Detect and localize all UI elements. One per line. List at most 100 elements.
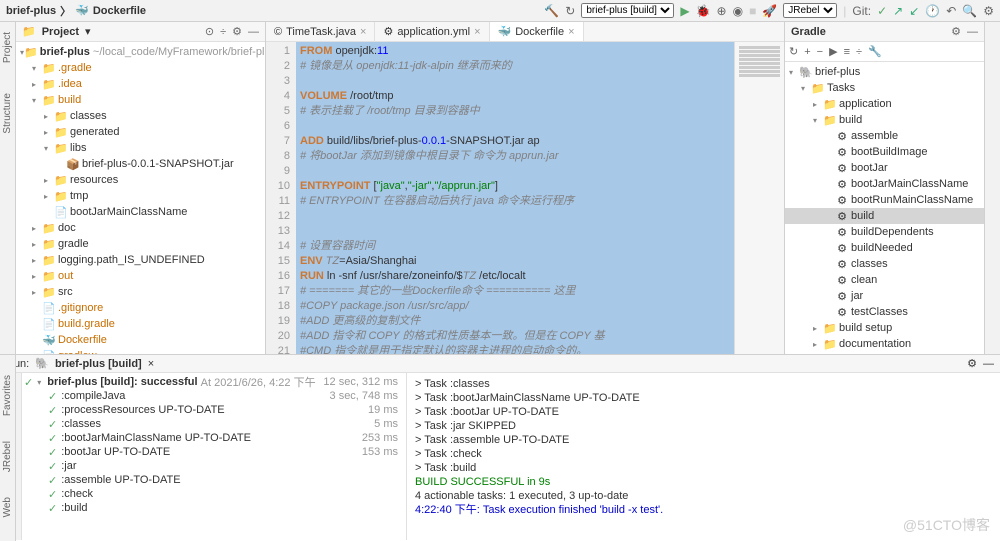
editor-tab[interactable]: ©TimeTask.java× [266, 22, 375, 41]
tree-item[interactable]: 📄build.gradle [16, 316, 265, 332]
refresh-icon[interactable]: ↻ [789, 45, 798, 58]
code-lines[interactable]: FROM openjdk:11# 镜像是从 openjdk:11-jdk-alp… [296, 42, 734, 354]
tree-item[interactable]: ▸📁logging.path_IS_UNDEFINED [16, 252, 265, 268]
wrench-icon[interactable]: 🔧 [868, 45, 882, 58]
coverage-icon[interactable]: ⊕ [717, 4, 727, 18]
gradle-item[interactable]: ▸📁documentation [785, 336, 984, 352]
run-icon[interactable]: ▶ [829, 45, 837, 58]
sync-icon[interactable]: ↻ [565, 4, 575, 18]
sidebar-favorites[interactable]: Favorites [2, 375, 13, 416]
sidebar-web[interactable]: Web [2, 497, 13, 517]
run-task-row[interactable]: ✓:bootJar UP-TO-DATE153 ms [24, 445, 404, 459]
run-task-row[interactable]: ✓:bootJarMainClassName UP-TO-DATE253 ms [24, 431, 404, 445]
tree-item[interactable]: ▸📁classes [16, 108, 265, 124]
minus-icon[interactable]: − [817, 46, 823, 58]
project-tree[interactable]: ▾📁 brief-plus ~/local_code/MyFramework/b… [16, 42, 265, 354]
tree-item[interactable]: ▾📁.gradle [16, 60, 265, 76]
run-icon[interactable]: ▶ [680, 4, 689, 18]
settings-icon[interactable]: ⚙ [983, 4, 994, 18]
gradle-item[interactable]: ⚙clean [785, 272, 984, 288]
git-label: Git: [852, 4, 871, 18]
gradle-item[interactable]: ▾🐘brief-plus [785, 64, 984, 80]
tree-item[interactable]: ▸📁resources [16, 172, 265, 188]
breadcrumb-file[interactable]: Dockerfile [93, 5, 146, 17]
gradle-item[interactable]: ▾📁Tasks [785, 80, 984, 96]
gradle-item[interactable]: ⚙assemble [785, 128, 984, 144]
sidebar-project[interactable]: Project [2, 32, 13, 63]
gradle-item[interactable]: ⚙bootRunMainClassName [785, 192, 984, 208]
gradle-item[interactable]: ⚙build [785, 208, 984, 224]
tree-root[interactable]: ▾📁 brief-plus ~/local_code/MyFramework/b… [16, 44, 265, 60]
run-task-row[interactable]: ✓:check [24, 487, 404, 501]
tree-item[interactable]: 📄bootJarMainClassName [16, 204, 265, 220]
tree-item[interactable]: ▸📁gradle [16, 236, 265, 252]
gear-icon[interactable]: ⚙ [951, 25, 961, 38]
run-task-row[interactable]: ✓:processResources UP-TO-DATE19 ms [24, 403, 404, 417]
top-toolbar: brief-plus 〉 🐳 Dockerfile 🔨 ↻ brief-plus… [0, 0, 1000, 22]
gradle-item[interactable]: ▸📁build setup [785, 320, 984, 336]
jrebel-icon[interactable]: 🚀 [762, 4, 777, 18]
editor-tab[interactable]: 🐳Dockerfile× [490, 22, 584, 41]
tree-item[interactable]: 📄gradlew [16, 348, 265, 354]
gradle-item[interactable]: ⚙bootJar [785, 160, 984, 176]
run-task-row[interactable]: ✓:classes5 ms [24, 417, 404, 431]
jrebel-select[interactable]: JRebel [783, 3, 837, 18]
gradle-item[interactable]: ▸📁help [785, 352, 984, 354]
bug-icon[interactable]: 🐞 [696, 4, 711, 18]
breadcrumb-project[interactable]: brief-plus [6, 5, 56, 17]
run-config-select[interactable]: brief-plus [build] [581, 3, 674, 18]
collapse-icon[interactable]: ÷ [856, 46, 862, 58]
git-update-icon[interactable]: ↙ [909, 4, 919, 18]
gradle-item[interactable]: ⚙jar [785, 288, 984, 304]
gear-icon[interactable]: ⚙ [967, 357, 977, 370]
tree-item[interactable]: ▸📁doc [16, 220, 265, 236]
gradle-item[interactable]: ⚙bootBuildImage [785, 144, 984, 160]
gradle-tree[interactable]: ▾🐘brief-plus▾📁Tasks▸📁application▾📁build⚙… [785, 62, 984, 354]
tree-item[interactable]: ▸📁out [16, 268, 265, 284]
minimap[interactable] [734, 42, 784, 354]
tree-item[interactable]: ▾📁libs [16, 140, 265, 156]
gear-icon[interactable]: ⚙ [232, 25, 242, 38]
collapse-icon[interactable]: ÷ [220, 26, 226, 38]
expand-icon[interactable]: ≡ [844, 46, 850, 58]
git-history-icon[interactable]: 🕐 [925, 4, 940, 18]
hide-icon[interactable]: — [967, 26, 978, 38]
hide-icon[interactable]: — [248, 26, 259, 38]
tree-item[interactable]: ▸📁src [16, 284, 265, 300]
tree-item[interactable]: ▾📁build [16, 92, 265, 108]
run-task-row[interactable]: ✓:jar [24, 459, 404, 473]
gradle-item[interactable]: ⚙buildNeeded [785, 240, 984, 256]
gradle-item[interactable]: ⚙buildDependents [785, 224, 984, 240]
run-task-row[interactable]: ✓:build [24, 501, 404, 515]
gradle-item[interactable]: ⚙classes [785, 256, 984, 272]
gradle-item[interactable]: ⚙bootJarMainClassName [785, 176, 984, 192]
tree-item[interactable]: 📄.gitignore [16, 300, 265, 316]
gradle-item[interactable]: ▸📁application [785, 96, 984, 112]
gradle-item[interactable]: ▾📁build [785, 112, 984, 128]
code-area[interactable]: 123456789101112131415161718192021 FROM o… [266, 42, 784, 354]
sidebar-jrebel[interactable]: JRebel [2, 441, 13, 472]
plus-icon[interactable]: + [804, 46, 810, 58]
locate-icon[interactable]: ⊙ [205, 25, 214, 38]
run-task-tree[interactable]: ✓▾ brief-plus [build]: successful At 202… [22, 373, 407, 540]
git-rollback-icon[interactable]: ↶ [946, 4, 956, 18]
search-icon[interactable]: 🔍 [962, 4, 977, 18]
stop-icon[interactable]: ■ [749, 4, 756, 18]
tree-item[interactable]: 📦brief-plus-0.0.1-SNAPSHOT.jar [16, 156, 265, 172]
tree-item[interactable]: ▸📁.idea [16, 76, 265, 92]
gradle-item[interactable]: ⚙testClasses [785, 304, 984, 320]
sidebar-structure[interactable]: Structure [2, 93, 13, 134]
profile-icon[interactable]: ◉ [733, 4, 743, 18]
hide-icon[interactable]: — [983, 358, 994, 370]
git-commit-icon[interactable]: ✓ [877, 4, 887, 18]
tree-item[interactable]: ▸📁tmp [16, 188, 265, 204]
run-config[interactable]: brief-plus [build] [55, 358, 142, 370]
git-push-icon[interactable]: ↗ [893, 4, 903, 18]
editor-tab[interactable]: ⚙application.yml× [375, 22, 489, 41]
tree-item[interactable]: ▸📁generated [16, 124, 265, 140]
hammer-icon[interactable]: 🔨 [544, 4, 559, 18]
run-task-row[interactable]: ✓:compileJava3 sec, 748 ms [24, 389, 404, 403]
run-status-row[interactable]: ✓▾ brief-plus [build]: successful At 202… [24, 375, 404, 389]
tree-item[interactable]: 🐳Dockerfile [16, 332, 265, 348]
run-task-row[interactable]: ✓:assemble UP-TO-DATE [24, 473, 404, 487]
